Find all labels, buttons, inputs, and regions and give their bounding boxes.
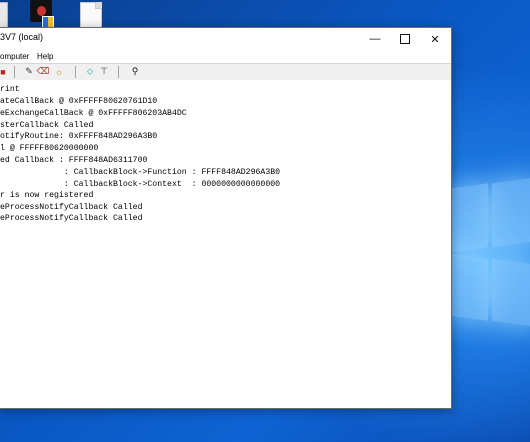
delete-icon[interactable]: ⌫ xyxy=(37,66,50,77)
log-line: rint xyxy=(0,85,20,94)
desktop-document-icon[interactable] xyxy=(0,0,22,30)
title-bar[interactable]: 3V7 (local) — ✕ xyxy=(0,28,451,50)
log-line: sterCallback Called xyxy=(0,121,94,130)
debugger-window: 3V7 (local) — ✕ omputer Help ■ ✎ ⌫ ☼ ⬦ ⊤… xyxy=(0,27,452,409)
log-line: : CallbackBlock->Context : 0000000000000… xyxy=(0,180,281,189)
bug-icon[interactable]: ☼ xyxy=(53,66,65,77)
edit-icon[interactable]: ✎ xyxy=(23,66,35,77)
minimize-icon: — xyxy=(369,33,381,45)
toolbar: ■ ✎ ⌫ ☼ ⬦ ⊤ ⚲ xyxy=(0,63,451,81)
debug-output-pane[interactable]: rint ateCallBack @ 0xFFFFF80620761D10 eE… xyxy=(0,80,451,408)
toolbar-separator xyxy=(75,66,76,78)
log-line: l @ FFFFF80620000000 xyxy=(0,144,99,153)
find-icon[interactable]: ⚲ xyxy=(129,66,141,77)
menu-bar: omputer Help xyxy=(0,50,451,63)
log-line: eProcessNotifyCallback Called xyxy=(0,214,143,223)
toolbar-separator xyxy=(118,66,119,78)
log-line: ed Callback : FFFF848AD6311700 xyxy=(0,156,148,165)
log-line: : CallbackBlock->Function : FFFF848AD296… xyxy=(0,168,281,177)
desktop-blank-file-icon[interactable] xyxy=(80,0,106,30)
maximize-button[interactable] xyxy=(390,28,420,50)
menu-computer[interactable]: omputer xyxy=(0,52,29,61)
stop-icon[interactable]: ■ xyxy=(0,66,9,77)
desktop-app-shortcut-icon[interactable] xyxy=(30,0,56,30)
minimize-button[interactable]: — xyxy=(360,28,390,50)
window-title: 3V7 (local) xyxy=(0,32,44,42)
log-line: eExchangeCallBack @ 0xFFFFF806203AB4DC xyxy=(0,109,187,118)
close-icon: ✕ xyxy=(430,33,440,46)
disconnect-icon[interactable]: ⊤ xyxy=(98,66,110,77)
log-line: otifyRoutine: 0xFFFF848AD296A3B0 xyxy=(0,132,158,141)
menu-help[interactable]: Help xyxy=(37,52,53,61)
log-line: r is now registered xyxy=(0,191,94,200)
maximize-icon xyxy=(400,34,410,44)
windows-logo xyxy=(448,176,530,336)
log-line: eProcessNotifyCallback Called xyxy=(0,203,143,212)
log-line: ateCallBack @ 0xFFFFF80620761D10 xyxy=(0,97,158,106)
toolbar-separator xyxy=(14,66,15,78)
connect-icon[interactable]: ⬦ xyxy=(84,66,96,77)
close-button[interactable]: ✕ xyxy=(420,28,450,50)
